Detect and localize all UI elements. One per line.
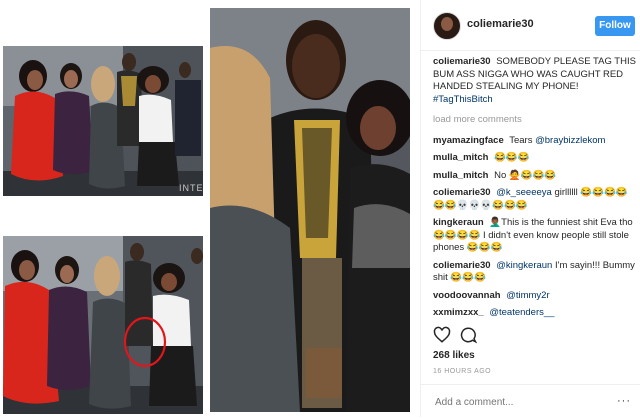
group-photo-bottom [3,236,203,414]
comment-username[interactable]: myamazingface [433,135,504,146]
more-options-icon[interactable]: ··· [617,395,631,407]
closeup-photo [210,8,410,412]
heart-icon[interactable] [433,326,451,344]
comment-item: myamazingface Tears @braybizzlekom [433,135,637,148]
comment-text: 😂😂😂 [494,152,530,163]
caption-username[interactable]: coliemarie30 [433,56,491,67]
comment-item: voodoovannah @timmy2r [433,290,637,303]
likes-count[interactable]: 268 likes [433,350,475,361]
comment-mention[interactable]: @braybizzlekom [535,135,605,146]
add-comment-input[interactable] [433,393,607,411]
comment-username[interactable]: kingkeraun [433,217,484,228]
add-comment-bar: ··· [421,384,640,418]
comments-section: coliemarie30 SOMEBODY PLEASE TAG THIS BU… [433,56,637,325]
comment-mention[interactable]: @teatenders__ [489,307,554,318]
comment-item: xxmimzxx_ @teatenders__ [433,307,637,320]
comment-icon[interactable] [459,326,477,344]
comment-item: mulla_mitch No 🙅😂😂😂 [433,170,637,183]
header-username[interactable]: coliemarie30 [467,18,534,30]
load-more-comments-link[interactable]: load more comments [433,114,637,127]
follow-button[interactable]: Follow [595,16,635,36]
post-actions [433,326,633,346]
comment-item: coliemarie30 @kingkeraun I'm sayin!!! Bu… [433,260,637,285]
comment-text: No 🙅😂😂😂 [494,169,557,181]
post-header: coliemarie30 Follow [421,0,640,51]
comment-username[interactable]: mulla_mitch [433,170,488,181]
comment-mention[interactable]: @kingkeraun [496,260,552,271]
comment-username[interactable]: coliemarie30 [433,260,491,271]
comment-username[interactable]: mulla_mitch [433,152,488,163]
avatar[interactable] [433,12,461,40]
comment-item: mulla_mitch 😂😂😂 [433,152,637,165]
comment-item: coliemarie30 @k_seeeeya girllllll 😂😂😂😂😂😂… [433,187,637,212]
caption: coliemarie30 SOMEBODY PLEASE TAG THIS BU… [433,56,637,106]
comment-username[interactable]: xxmimzxx_ [433,307,484,318]
post-sidebar: coliemarie30 Follow coliemarie30 SOMEBOD… [420,0,640,417]
comment-text: Tears [509,134,533,146]
watermark-text: INTE [179,183,203,193]
comment-username[interactable]: coliemarie30 [433,187,491,198]
comment-mention[interactable]: @timmy2r [506,290,549,301]
post-timestamp: 16 HOURS AGO [433,368,492,375]
comment-mention[interactable]: @k_seeeeya [496,187,552,198]
caption-hashtag[interactable]: #TagThisBitch [433,94,493,105]
post-image-area[interactable]: INTE [0,0,412,417]
comment-item: kingkeraun 🤦🏾‍♂️This is the funniest shi… [433,217,637,255]
group-photo-top: INTE [3,46,203,196]
comment-username[interactable]: voodoovannah [433,290,501,301]
